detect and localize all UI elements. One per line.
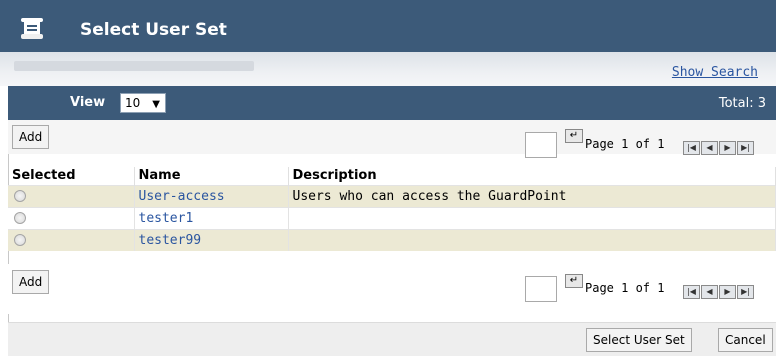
page-label-top: Page 1 of 1 [585,137,665,151]
enter-arrow-icon[interactable]: ↵ [565,274,583,288]
column-header-name[interactable]: Name [134,167,289,185]
page-number-input-bottom[interactable] [525,276,557,302]
row-select-cell [8,184,135,207]
row-select-cell [8,228,135,251]
row-description: Users who can access the GuardPoint [288,184,776,207]
row-description [288,206,776,229]
user-set-name-link[interactable]: User-access [139,189,225,204]
user-set-name-link[interactable]: tester1 [139,211,194,226]
row-radio[interactable] [14,190,26,202]
next-page-icon[interactable]: ▶ [719,285,736,299]
dialog-footer: Select User Set Cancel [8,322,776,356]
page-label-bottom: Page 1 of 1 [585,281,665,295]
show-search-link[interactable]: Show Search [672,65,758,80]
toolbar-bottom: Add ↵ Page 1 of 1 |◀ ◀ ▶ ▶| [8,264,776,314]
table-header-row: Selected Name Description [8,167,776,185]
first-page-icon[interactable]: |◀ [683,141,700,155]
page-size-value: 10 [125,96,141,110]
row-radio[interactable] [14,234,26,247]
scroll-document-icon [21,18,43,39]
toolbar-top: Add ↵ Page 1 of 1 |◀ ◀ ▶ ▶| [8,120,776,158]
user-set-table: Selected Name Description User-access Us… [8,167,776,251]
column-header-description[interactable]: Description [288,167,776,185]
previous-page-icon[interactable]: ◀ [701,141,718,155]
last-page-icon[interactable]: ▶| [737,141,754,155]
page-number-input-top[interactable] [525,132,557,158]
dialog-titlebar: Select User Set [0,0,776,52]
table-row[interactable]: User-access Users who can access the Gua… [8,184,776,207]
row-select-cell [8,206,135,229]
search-strip [0,52,776,86]
cancel-button[interactable]: Cancel [718,328,773,352]
dialog-title: Select User Set [80,20,227,40]
row-name: tester1 [134,206,289,229]
table-row[interactable]: tester1 [8,206,776,229]
page-size-select[interactable]: 10 ▼ [120,93,166,113]
row-name: tester99 [134,228,289,251]
column-header-selected[interactable]: Selected [8,167,135,185]
last-page-icon[interactable]: ▶| [737,285,754,299]
row-description [288,228,776,251]
first-page-icon[interactable]: |◀ [683,285,700,299]
previous-page-icon[interactable]: ◀ [701,285,718,299]
next-page-icon[interactable]: ▶ [719,141,736,155]
enter-arrow-icon[interactable]: ↵ [565,129,583,143]
user-set-name-link[interactable]: tester99 [139,233,202,248]
view-label: View [70,95,106,110]
table-row[interactable]: tester99 [8,228,776,251]
row-name: User-access [134,184,289,207]
caret-down-icon: ▼ [152,99,160,110]
total-count: Total: 3 [718,96,766,111]
add-button-top[interactable]: Add [12,125,50,149]
add-button-bottom[interactable]: Add [12,270,50,294]
select-user-set-button[interactable]: Select User Set [586,328,692,352]
row-radio[interactable] [14,212,26,224]
